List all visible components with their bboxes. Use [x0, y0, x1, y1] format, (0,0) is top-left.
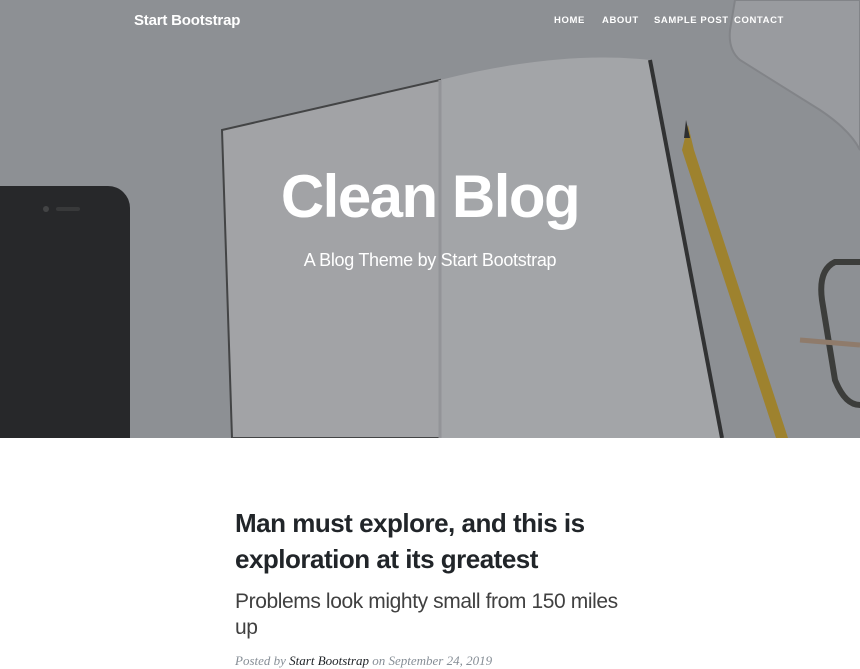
post-meta-prefix: Posted by: [235, 653, 286, 668]
nav-link-sample-post[interactable]: Sample Post: [654, 15, 729, 26]
site-title: Clean Blog: [280, 163, 581, 230]
nav-link-contact[interactable]: Contact: [734, 15, 784, 26]
post-title[interactable]: Man must explore, and this is exploratio…: [235, 505, 635, 577]
post-author-link[interactable]: Start Bootstrap: [289, 653, 369, 668]
site-subtitle: A Blog Theme by Start Bootstrap: [303, 250, 557, 270]
post-date: on September 24, 2019: [372, 653, 493, 668]
main-navbar: Start Bootstrap Home About Sample Post C…: [0, 0, 860, 44]
post-subtitle[interactable]: Problems look mighty small from 150 mile…: [235, 589, 635, 641]
post-title-line2: exploration at its greatest: [235, 544, 538, 574]
hero-header: Start Bootstrap Home About Sample Post C…: [0, 0, 860, 438]
post-meta: Posted by Start Bootstrap on September 2…: [235, 653, 635, 669]
post-preview[interactable]: Man must explore, and this is exploratio…: [235, 505, 635, 669]
brand-link[interactable]: Start Bootstrap: [134, 12, 240, 29]
nav-link-about[interactable]: About: [602, 15, 639, 26]
post-title-line1: Man must explore, and this is: [235, 508, 585, 538]
nav-link-home[interactable]: Home: [554, 15, 585, 26]
